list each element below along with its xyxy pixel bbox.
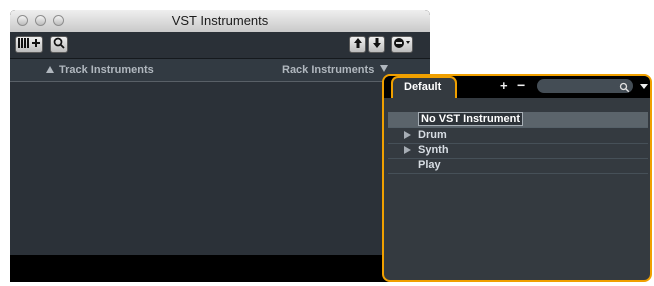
remove-folder-button[interactable]: − [517, 77, 525, 93]
preset-menu-icon [393, 37, 411, 53]
sort-ascending-icon [46, 66, 54, 73]
screenshot-stage: VST Instruments Track Instruments Rack I… [0, 0, 654, 286]
arrow-down-icon [372, 37, 382, 53]
add-folder-button[interactable]: + [500, 78, 508, 93]
track-instruments-label: Track Instruments [59, 64, 154, 76]
preset-menu-button[interactable] [391, 36, 413, 53]
tree-item-label: Drum [418, 129, 447, 141]
arrow-up-icon [353, 37, 363, 53]
add-track-instrument-button[interactable] [15, 36, 43, 53]
tree-item-synth[interactable]: Synth [388, 143, 648, 159]
search-button[interactable] [50, 36, 68, 53]
tree-item-drum[interactable]: Drum [388, 128, 648, 144]
column-header-row: Track Instruments Rack Instruments [10, 59, 430, 82]
move-up-button[interactable] [349, 36, 366, 53]
popup-search-field [537, 79, 633, 93]
tab-default[interactable]: Default [391, 76, 457, 98]
title-bar: VST Instruments [10, 10, 430, 33]
expand-arrow-icon[interactable] [404, 131, 411, 139]
tree-item-no-vst-instrument[interactable]: No VST Instrument [388, 112, 648, 128]
popup-menu-arrow-icon[interactable] [640, 84, 648, 89]
track-instruments-column-header[interactable]: Track Instruments [46, 64, 154, 76]
dropdown-arrow-icon [380, 65, 389, 72]
toolbar [10, 32, 430, 59]
search-icon [619, 80, 630, 98]
rack-instruments-label: Rack Instruments [282, 64, 375, 76]
popup-topbar: Default + − [384, 76, 650, 98]
keyboard-add-icon [17, 37, 41, 53]
vst-instruments-window: VST Instruments Track Instruments Rack I… [10, 10, 430, 282]
window-title: VST Instruments [171, 13, 269, 28]
expand-arrow-icon[interactable] [404, 146, 411, 154]
popup-search-input[interactable] [537, 79, 617, 93]
tree-item-label: No VST Instrument [418, 112, 524, 126]
move-down-button[interactable] [368, 36, 385, 53]
tree-item-label: Play [418, 159, 441, 171]
rack-instruments-column-header[interactable]: Rack Instruments [282, 64, 389, 76]
tree-item-play[interactable]: Play [388, 158, 648, 174]
instrument-list-area[interactable] [10, 82, 430, 255]
window-footer [10, 255, 430, 282]
search-icon [53, 37, 65, 53]
instrument-browser-popup: Default + − No VST Instrument Drum Synth… [382, 74, 652, 282]
tree-item-label: Synth [418, 144, 449, 156]
